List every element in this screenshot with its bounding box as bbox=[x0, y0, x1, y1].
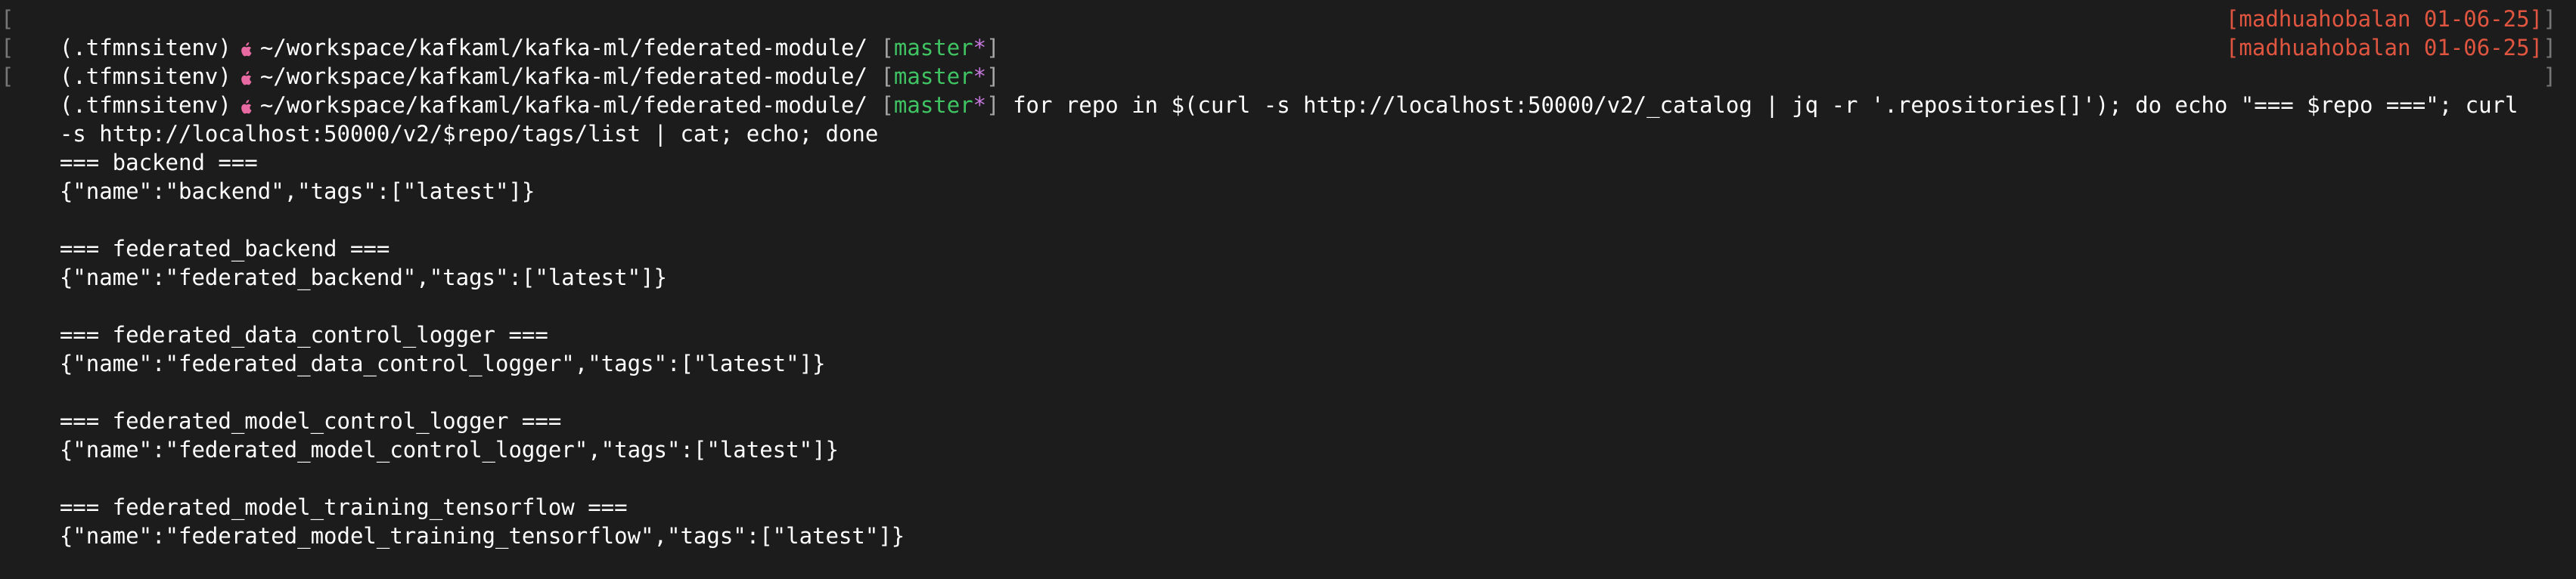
output-header-line: === federated_data_control_logger === bbox=[7, 292, 2561, 348]
right-prompt: [madhuahobalan 01-06-25] bbox=[2225, 35, 2543, 60]
repo-tags-json: {"name":"backend","tags":["latest"]} bbox=[59, 178, 535, 204]
prompt-line-2: [(.tfmnsitenv) ~/workspace/kafkaml/kafka-… bbox=[1, 33, 2561, 89]
prompt-lead-mark: [ bbox=[1, 6, 14, 32]
prompt-line-3[interactable]: [(.tfmnsitenv) ~/workspace/kafkaml/kafka-… bbox=[1, 62, 2561, 118]
output-json-line: {"name":"federated_model_training_tensor… bbox=[7, 493, 2561, 549]
output-json-line: {"name":"federated_model_control_logger"… bbox=[7, 407, 2561, 463]
output-header-line: === federated_model_control_logger === bbox=[7, 378, 2561, 434]
repo-tags-json: {"name":"federated_model_training_tensor… bbox=[59, 523, 905, 549]
prompt-edge-mark: ] bbox=[2543, 6, 2556, 32]
prompt-lead-mark: [ bbox=[1, 35, 14, 60]
output-header-line: === backend === bbox=[7, 119, 2561, 175]
prompt-lead-mark: [ bbox=[1, 63, 14, 89]
terminal-window[interactable]: [(.tfmnsitenv) ~/workspace/kafkaml/kafka-… bbox=[0, 0, 2576, 549]
repo-tags-json: {"name":"federated_backend","tags":["lat… bbox=[59, 265, 667, 290]
output-header-line: === federated_model_training_tensorflow … bbox=[7, 464, 2561, 520]
output-json-line: {"name":"federated_backend","tags":["lat… bbox=[7, 234, 2561, 290]
prompt-edge-mark: ] bbox=[2543, 63, 2556, 89]
right-prompt: [madhuahobalan 01-06-25] bbox=[2225, 6, 2543, 32]
prompt-edge-mark: ] bbox=[2543, 35, 2556, 60]
repo-tags-json: {"name":"federated_model_control_logger"… bbox=[59, 437, 839, 463]
output-header-line: === federated_backend === bbox=[7, 206, 2561, 262]
command-continuation[interactable]: -s http://localhost:50000/v2/$repo/tags/… bbox=[7, 91, 2561, 147]
output-json-line: {"name":"backend","tags":["latest"]} bbox=[7, 148, 2561, 204]
repo-tags-json: {"name":"federated_data_control_logger",… bbox=[59, 351, 826, 376]
output-json-line: {"name":"federated_data_control_logger",… bbox=[7, 320, 2561, 376]
prompt-line-1: [(.tfmnsitenv) ~/workspace/kafkaml/kafka-… bbox=[1, 5, 2561, 60]
